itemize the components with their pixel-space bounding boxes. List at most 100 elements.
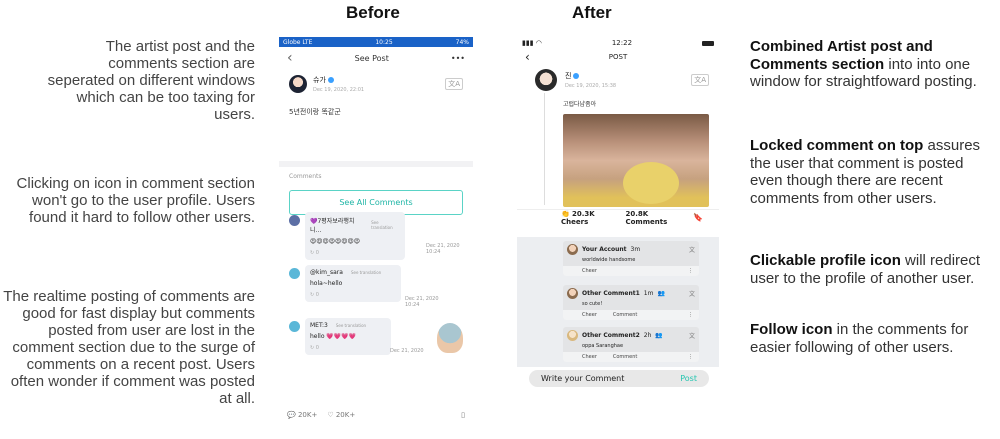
note-separated-windows: The artist post and the comments section… (47, 38, 255, 123)
commenter-avatar (289, 268, 300, 279)
cheer-button[interactable]: Cheer (582, 268, 597, 274)
more-icon[interactable]: ⋮ (688, 268, 693, 274)
comment-user: @kim_sara (310, 269, 343, 276)
comment-input[interactable]: Write your Comment Post (529, 370, 709, 387)
comment-text: oppa Saranghae (582, 343, 624, 349)
translate-icon[interactable]: 文 (689, 331, 695, 340)
comment-button[interactable]: Comment (613, 312, 638, 318)
locked-comment: Your Account 3m 文 worldwide handsome Che… (563, 241, 699, 276)
comment-list: Your Account 3m 文 worldwide handsome Che… (517, 237, 719, 367)
like-count[interactable]: ♡ 20K+ (327, 411, 355, 419)
comment-time: 1m (643, 290, 654, 297)
artist-post: 슈가 Dec 19, 2020, 22:01 文A 5년전이랑 똑같군 (279, 69, 473, 161)
comment-user[interactable]: Your Account (582, 246, 627, 253)
post-button[interactable]: Post (680, 374, 697, 383)
translate-icon[interactable]: 文 (689, 289, 695, 298)
before-phone-screen: Globe LTE 10:25 74% ‹ See Post ••• 슈가 De… (279, 37, 473, 437)
comment-text: worldwide handsome (582, 257, 636, 263)
nav-bar: ‹ POST (517, 49, 719, 65)
avatar[interactable] (535, 69, 557, 91)
bookmark-icon[interactable]: ▯ (461, 411, 465, 419)
author-name: 진 (565, 72, 572, 80)
comment-user[interactable]: Other Comment2 (582, 332, 640, 339)
comment-time: 2h (643, 332, 652, 339)
cheer-button[interactable]: Cheer (582, 354, 597, 360)
comment-input-placeholder[interactable]: Write your Comment (541, 374, 624, 383)
author-name: 슈가 (313, 76, 326, 84)
before-heading: Before (346, 3, 400, 22)
note-follow-icon: Follow icon in the comments for easier f… (750, 321, 969, 356)
commenter-avatar (289, 321, 300, 332)
reply-count: 0 (315, 345, 319, 351)
comment-count[interactable]: 💬 20K+ (287, 411, 317, 419)
note-locked-comment: Locked comment on top assures the user t… (750, 137, 981, 207)
cheer-button[interactable]: Cheer (582, 312, 597, 318)
comment-button[interactable]: Comment (613, 354, 638, 360)
artist-post: 진 Dec 19, 2020, 15:38 文A 고럽다냠좀아 (517, 65, 719, 209)
translate-icon[interactable]: 文A (691, 74, 709, 86)
nav-bar: ‹ See Post ••• (279, 47, 473, 69)
see-translation-link[interactable]: See translation (371, 220, 400, 230)
carrier-label: Globe LTE (283, 38, 313, 46)
comment-date: Dec 21, 2020 (390, 348, 424, 354)
post-photo (563, 114, 709, 207)
comment-user: 💜7평자보라행치니... (310, 218, 355, 234)
comment-text: hola~hello (310, 280, 343, 287)
bookmark-icon[interactable]: 🔖 (693, 213, 703, 222)
commenter-avatar[interactable] (567, 288, 578, 299)
back-icon[interactable]: ‹ (287, 50, 293, 66)
follow-icon[interactable]: 👥 (657, 290, 664, 297)
comments-label: Comments (289, 173, 322, 180)
more-icon[interactable]: ⋮ (688, 312, 693, 318)
page-title: See Post (354, 53, 389, 63)
avatar[interactable] (289, 75, 307, 93)
comment-date: Dec 21, 2020 10:24 (426, 243, 460, 255)
post-footer: 💬 20K+ ♡ 20K+ ▯ (287, 411, 465, 419)
verified-icon (327, 77, 334, 83)
comment-text: hello 💗💗💗💗 (310, 333, 357, 340)
after-heading: After (572, 3, 612, 22)
reply-count: 0 (315, 250, 319, 256)
more-icon[interactable]: ••• (451, 54, 465, 63)
comment-time: 3m (630, 246, 641, 253)
post-stats: 👏 20.3K Cheers 20.8K Comments 🔖 (517, 209, 719, 226)
more-icon[interactable]: ⋮ (688, 354, 693, 360)
comment-text: 😍😍😍😍😍😍😍😍 (310, 238, 361, 245)
follow-icon[interactable]: 👥 (655, 332, 662, 339)
note-lost-comments: The realtime posting of comments are goo… (3, 288, 255, 407)
comment-user: MET:3 (310, 322, 328, 329)
back-icon[interactable]: ‹ (525, 50, 530, 64)
comment-item: Other Comment2 2h 👥 文 oppa Saranghae Che… (563, 327, 699, 362)
post-body: 5년전이랑 똑같군 (289, 108, 341, 116)
after-phone-screen: ▮▮▮ ◠ 12:22 ‹ POST 진 Dec 19, 2020, 15:38… (517, 37, 719, 397)
commenter-avatar[interactable] (567, 330, 578, 341)
commenter-avatar[interactable] (567, 244, 578, 255)
battery-icon (701, 40, 714, 46)
post-date: Dec 19, 2020, 15:38 (565, 83, 617, 89)
comment-user[interactable]: Other Comment1 (582, 290, 640, 297)
status-bar: Globe LTE 10:25 74% (279, 37, 473, 47)
clock: 12:22 (611, 39, 633, 47)
translate-icon[interactable]: 文A (445, 78, 463, 90)
battery-label: 74% (455, 38, 469, 46)
status-bar: ▮▮▮ ◠ 12:22 (517, 37, 719, 49)
see-translation-link[interactable]: See translation (351, 270, 381, 275)
see-translation-link[interactable]: See translation (336, 323, 366, 328)
thread-line (544, 93, 545, 205)
comments-count[interactable]: 20.8K Comments (625, 210, 683, 226)
comment-item: Other Comment1 1m 👥 文 so cute! Cheer Com… (563, 285, 699, 320)
note-combined-post: Combined Artist post and Comments sectio… (750, 38, 977, 90)
translate-icon[interactable]: 文 (689, 245, 695, 254)
comment-text: so cute! (582, 301, 603, 307)
reply-count: 0 (315, 292, 319, 298)
clock: 10:25 (375, 38, 393, 46)
page-title: POST (608, 53, 628, 61)
commenter-avatar (289, 215, 300, 226)
verified-icon (573, 73, 580, 79)
signal-icon: ▮▮▮ ◠ (522, 39, 542, 47)
note-profile-icon: Clicking on icon in comment section won'… (16, 175, 255, 226)
note-clickable-profile: Clickable profile icon will redirect use… (750, 252, 981, 287)
post-body: 고럽다냠좀아 (563, 101, 597, 108)
cheers-count[interactable]: 👏 20.3K Cheers (561, 210, 615, 226)
post-date: Dec 19, 2020, 22:01 (313, 87, 365, 93)
